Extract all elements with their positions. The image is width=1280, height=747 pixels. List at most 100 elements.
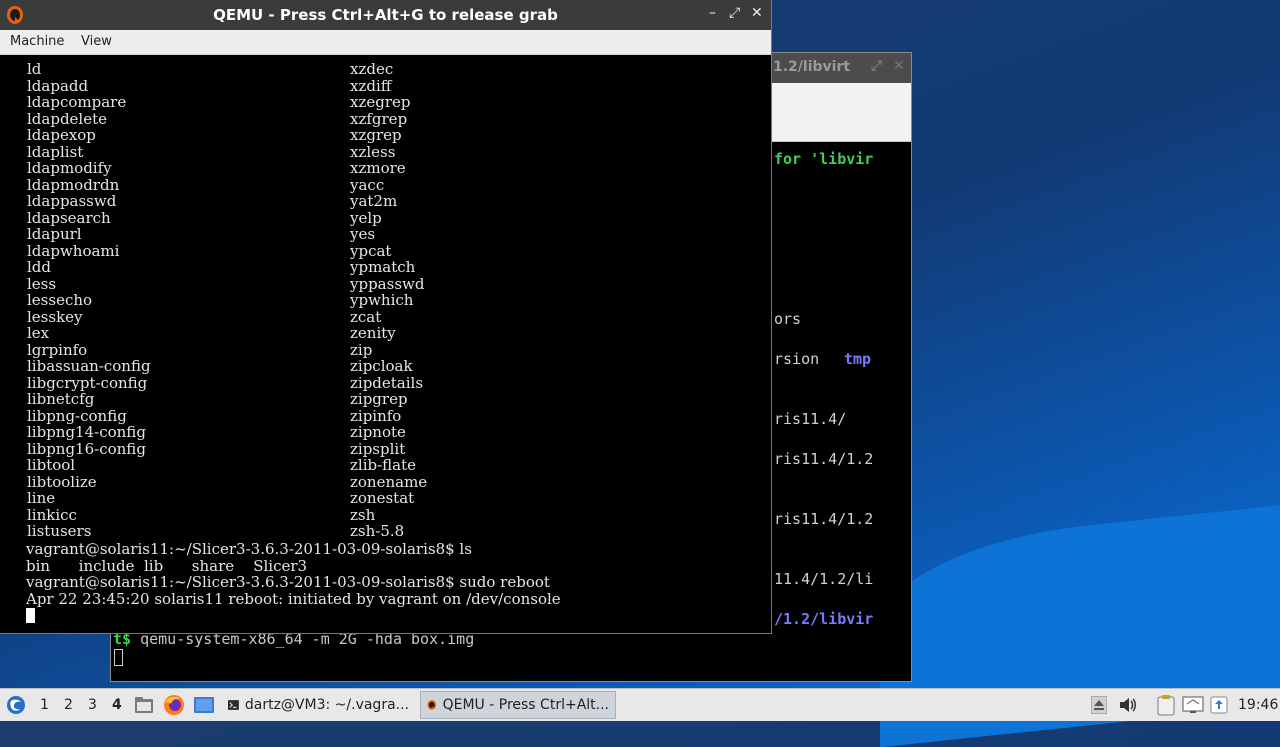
terminal-line: ris11.4/1.2 (774, 450, 874, 468)
console-tail-output: vagrant@solaris11:~/Slicer3-3.6.3-2011-0… (26, 541, 561, 607)
console-line: ldaplist (27, 142, 84, 161)
console-line: Apr 22 23:45:20 solaris11 reboot: initia… (26, 589, 561, 608)
firefox-icon[interactable] (163, 694, 185, 716)
console-line: lesskey (27, 307, 83, 326)
qemu-window-title: QEMU - Press Ctrl+Alt+G to release grab (213, 6, 558, 24)
qemu-window[interactable]: QEMU - Press Ctrl+Alt+G to release grab … (0, 0, 771, 633)
console-line: lex (27, 324, 50, 342)
console-line: libnetcfg (27, 390, 95, 408)
minimize-icon[interactable]: – (709, 5, 716, 21)
console-line: ypwhich (350, 291, 414, 309)
terminal-line: ris11.4/1.2 (774, 510, 874, 528)
console-line: zlib-flate (350, 456, 417, 474)
maximize-icon[interactable]: ⤢ (729, 5, 740, 21)
console-line: linkicc (27, 505, 77, 524)
console-line: libtoolize (27, 472, 97, 491)
workspace-2[interactable]: 2 (64, 697, 73, 713)
file-manager-icon[interactable] (134, 696, 154, 714)
console-line: zipnote (350, 423, 406, 441)
console-line: ldapwhoami (27, 241, 120, 260)
console-line: ldapadd (27, 76, 89, 95)
volume-icon[interactable] (1118, 696, 1138, 714)
console-line: ldapcompare (27, 93, 127, 111)
start-menu-icon[interactable] (6, 695, 26, 715)
taskbar: 1 2 3 4 dartz@VM3: ~/.vagra... QEMU - Pr… (0, 688, 1280, 721)
terminal-line: /1.2/libvir (774, 610, 874, 628)
workspace-3[interactable]: 3 (88, 697, 97, 713)
network-icon[interactable] (1210, 696, 1228, 714)
console-line: zonename (350, 472, 428, 491)
terminal-line: rsion (774, 350, 820, 368)
console-line: zip (350, 340, 373, 359)
eject-icon[interactable] (1091, 696, 1107, 714)
console-line: lgrpinfo (27, 340, 88, 359)
console-line: libtool (27, 456, 76, 474)
task-label: dartz@VM3: ~/.vagra... (244, 697, 409, 713)
terminal-line: ors (774, 310, 802, 328)
console-line: xzfgrep (350, 109, 408, 128)
console-line: lessecho (27, 291, 93, 309)
qemu-titlebar[interactable]: QEMU - Press Ctrl+Alt+G to release grab … (0, 0, 771, 30)
console-line: yat2m (350, 192, 398, 210)
console-line: yppasswd (350, 274, 425, 293)
terminal-line: tmp (844, 350, 872, 368)
console-line: ypmatch (350, 258, 416, 276)
task-qemu[interactable]: QEMU - Press Ctrl+Alt... (420, 691, 616, 719)
clock[interactable]: 19:46 (1238, 697, 1278, 713)
console-line: listusers (27, 522, 92, 540)
console-line: zipdetails (350, 373, 424, 392)
console-line: less (27, 274, 57, 293)
task-label: QEMU - Press Ctrl+Alt... (442, 697, 609, 713)
screen-icon[interactable] (1182, 696, 1204, 714)
task-terminal[interactable]: dartz@VM3: ~/.vagra... (222, 691, 415, 719)
terminal-line: ris11.4/ (774, 410, 847, 428)
console-line: yacc (350, 175, 385, 194)
console-line: libpng16-config (27, 439, 146, 458)
console-line: ldapurl (27, 225, 82, 243)
console-line: line (27, 489, 56, 507)
menu-machine[interactable]: Machine (10, 34, 64, 49)
console-line: xzdec (350, 60, 394, 78)
console-line: zsh (350, 505, 376, 524)
console-line: ld (27, 60, 42, 78)
console-cursor (26, 608, 35, 623)
console-line: zcat (350, 307, 382, 326)
console-line: zipcloak (350, 357, 413, 375)
terminal-icon (228, 700, 239, 710)
background-window-title: 1.2/libvirt (773, 59, 851, 75)
console-line: libpng14-config (27, 423, 146, 441)
desktop-icon[interactable] (193, 696, 215, 714)
console-line: xzmore (350, 159, 406, 177)
console-line: libgcrypt-config (27, 373, 148, 392)
console-column-right: xzdec xzdiff xzegrep xzfgrep xzgrep xzless xzm… (350, 61, 427, 540)
console-line: ldapdelete (27, 109, 108, 128)
qemu-menubar: Machine View (0, 30, 771, 55)
console-line: xzegrep (350, 93, 411, 111)
console-line: xzdiff (350, 76, 392, 95)
qemu-console-screen[interactable]: ld ldapadd ldapcompare ldapdelete ldapexop ld… (0, 55, 771, 633)
console-line: libpng-config (27, 406, 127, 425)
close-icon[interactable]: ✕ (751, 5, 763, 21)
console-line: ypcat (350, 241, 392, 260)
console-line: ldapmodify (27, 159, 112, 177)
console-line: zipsplit (350, 439, 406, 458)
clipboard-icon[interactable] (1156, 694, 1176, 716)
terminal-line: 11.4/1.2/li (774, 570, 874, 588)
console-line: zonestat (350, 489, 415, 507)
close-icon[interactable]: ✕ (893, 58, 905, 74)
workspace-1[interactable]: 1 (40, 697, 49, 713)
console-line: zipinfo (350, 406, 402, 425)
console-line: ldapmodrdn (27, 175, 120, 194)
menu-view[interactable]: View (81, 34, 112, 49)
terminal-line: for 'libvir (774, 150, 874, 168)
console-line: xzgrep (350, 126, 402, 144)
console-line: libassuan-config (27, 357, 151, 375)
maximize-icon[interactable]: ⤢ (871, 58, 882, 74)
workspace-4[interactable]: 4 (112, 697, 122, 713)
console-line: bin include lib share Slicer3 (26, 556, 308, 575)
console-line: yes (350, 225, 376, 243)
console-line: ldappasswd (27, 192, 117, 210)
console-line: zenity (350, 324, 396, 342)
console-line: xzless (350, 142, 396, 161)
console-line: yelp (350, 208, 382, 227)
